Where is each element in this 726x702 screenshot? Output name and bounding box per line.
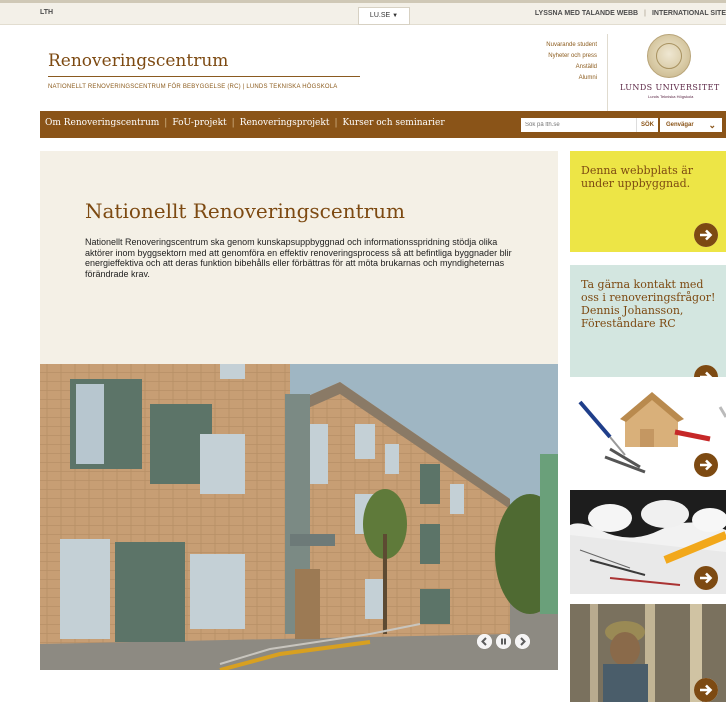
service-link-press[interactable]: Nyheter och press — [546, 51, 597, 62]
shortcuts-label: Genvägar — [666, 122, 694, 128]
luse-dropdown[interactable]: LU.SE ▼ — [358, 7, 410, 25]
site-title[interactable]: Renoveringscentrum — [48, 51, 228, 71]
nav-item-rd-projects[interactable]: FoU-projekt — [172, 118, 226, 128]
page: LTH LU.SE ▼ LYSSNA MED TALANDE WEBB | IN… — [0, 0, 726, 702]
arrow-right-icon[interactable] — [694, 223, 718, 247]
arrow-right-icon[interactable] — [694, 566, 718, 590]
service-links: Nuvarande student Nyheter och press Anst… — [546, 40, 597, 84]
under-construction-card[interactable]: Denna webbplats är under uppbyggnad. — [570, 151, 726, 252]
service-link-alumni[interactable]: Alumni — [546, 73, 597, 84]
caret-down-icon: ▼ — [392, 13, 399, 19]
separator: | — [644, 10, 647, 17]
search-button[interactable]: SÖK — [636, 118, 658, 132]
slideshow-image — [40, 364, 558, 670]
service-link-student[interactable]: Nuvarande student — [546, 40, 597, 51]
intro-text: Nationellt Renoveringscentrum ska genom … — [85, 237, 512, 279]
main-nav: Om Renoveringscentrum | FoU-projekt | Renove… — [40, 111, 726, 138]
worker-image-card[interactable] — [570, 604, 726, 702]
university-name: LUNDS UNIVERSITET — [620, 83, 720, 92]
search-input[interactable] — [521, 118, 636, 132]
service-link-staff[interactable]: Anställd — [546, 62, 597, 73]
contact-text: Ta gärna kontakt med oss i renoveringsfr… — [581, 278, 716, 330]
intro-box: Nationellt Renoveringscentrum Nationellt… — [40, 151, 558, 380]
intro-heading: Nationellt Renoveringscentrum — [85, 199, 406, 223]
slideshow-pause-button[interactable] — [496, 634, 511, 649]
nav-item-about[interactable]: Om Renoveringscentrum — [45, 118, 159, 128]
under-construction-text: Denna webbplats är under uppbyggnad. — [581, 164, 694, 190]
tools-image-card[interactable] — [570, 377, 726, 478]
shortcuts-dropdown[interactable]: Genvägar ⌄ — [660, 118, 722, 132]
nav-items: Om Renoveringscentrum | FoU-projekt | Renove… — [45, 118, 445, 128]
slideshow-next-button[interactable] — [515, 634, 530, 649]
luse-label: LU.SE — [369, 12, 391, 19]
nav-item-courses[interactable]: Kurser och seminarier — [343, 118, 445, 128]
arrow-right-icon[interactable] — [694, 678, 718, 702]
slideshow-prev-button[interactable] — [477, 634, 492, 649]
blueprints-image-card[interactable] — [570, 490, 726, 594]
lu-seal-logo[interactable] — [647, 34, 691, 78]
university-subname: Lunds Tekniska Högskola — [648, 94, 694, 99]
lth-link[interactable]: LTH — [40, 9, 53, 16]
site-subtitle: NATIONELLT RENOVERINGSCENTRUM FÖR BEBYGG… — [48, 84, 338, 90]
top-bar: LTH LU.SE ▼ LYSSNA MED TALANDE WEBB | IN… — [0, 0, 726, 25]
international-link[interactable]: INTERNATIONAL SITE — [652, 10, 726, 17]
listen-link[interactable]: LYSSNA MED TALANDE WEBB — [535, 10, 638, 17]
arrow-right-icon[interactable] — [694, 453, 718, 477]
nav-item-renovation-projects[interactable]: Renoveringsprojekt — [240, 118, 330, 128]
title-divider — [48, 76, 360, 77]
contact-card[interactable]: Ta gärna kontakt med oss i renoveringsfr… — [570, 265, 726, 393]
top-right-links: LYSSNA MED TALANDE WEBB | INTERNATIONAL … — [535, 10, 726, 17]
chevron-down-icon: ⌄ — [708, 120, 716, 130]
